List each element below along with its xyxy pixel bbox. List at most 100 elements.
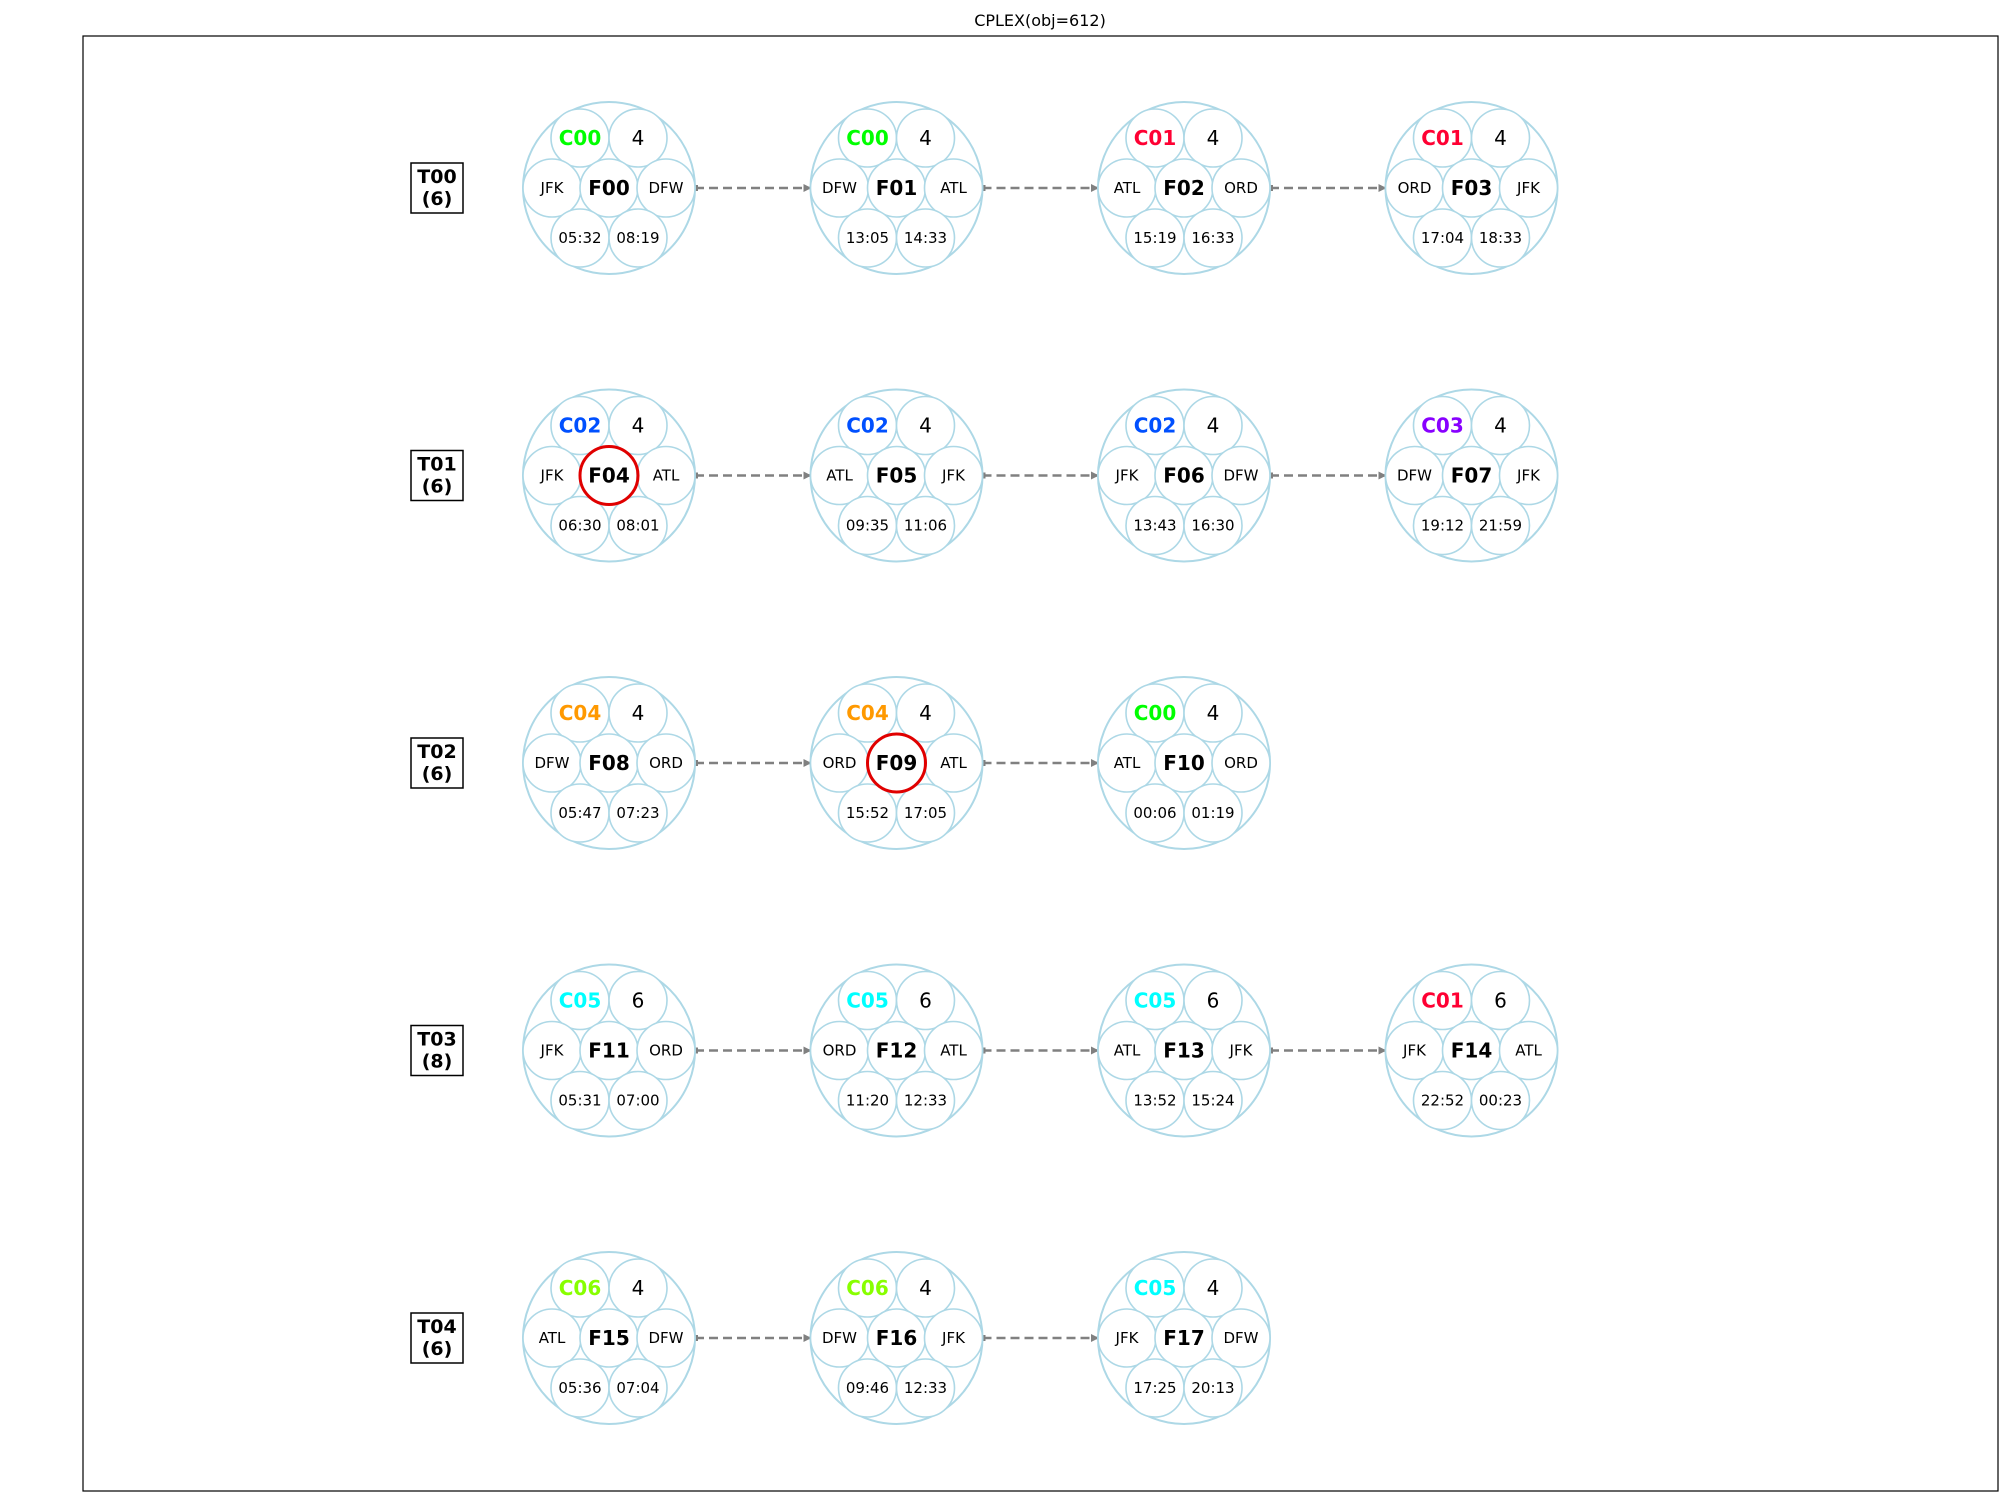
capacity-value: 4 [919, 701, 932, 725]
crew-id: C02 [559, 414, 602, 438]
flight-id: F03 [1451, 176, 1493, 200]
flight-node-f17: C05 4 JFK F17 DFW 17:25 20:13 [1097, 1251, 1271, 1425]
destination-airport: JFK [1516, 467, 1541, 485]
departure-time: 05:47 [558, 804, 601, 822]
arrival-time: 21:59 [1479, 517, 1522, 535]
crew-id: C00 [559, 126, 602, 150]
flight-id: F00 [588, 176, 630, 200]
origin-airport: ORD [823, 754, 857, 772]
row-label: T02 [417, 741, 456, 763]
row-count: (6) [422, 476, 453, 498]
destination-airport: ATL [1515, 1042, 1542, 1060]
arrival-time: 16:30 [1191, 517, 1234, 535]
departure-time: 11:20 [846, 1092, 889, 1110]
crew-id: C00 [1134, 701, 1177, 725]
destination-airport: JFK [1516, 179, 1541, 197]
row-t02: T02(6) C04 4 DFW F08 ORD 05:47 07:23 C04 4 ORD F09 A… [410, 676, 1271, 850]
flight-id: F16 [876, 1326, 918, 1350]
crew-id: C04 [559, 701, 602, 725]
flight-id: F02 [1163, 176, 1205, 200]
crew-id: C01 [1134, 126, 1177, 150]
row-label: T04 [417, 1316, 456, 1338]
flight-node-f01: C00 4 DFW F01 ATL 13:05 14:33 [809, 101, 984, 275]
departure-time: 13:43 [1133, 517, 1176, 535]
row-count: (8) [422, 1051, 453, 1073]
origin-airport: ATL [1114, 754, 1141, 772]
origin-airport: ORD [823, 1042, 857, 1060]
origin-airport: JFK [1115, 1329, 1140, 1347]
capacity-value: 4 [1494, 126, 1507, 150]
crew-id: C03 [1421, 414, 1464, 438]
destination-airport: ATL [940, 179, 967, 197]
destination-airport: DFW [648, 179, 683, 197]
destination-airport: DFW [1223, 467, 1258, 485]
flight-node-f09: C04 4 ORD F09 ATL 15:52 17:05 [809, 676, 984, 850]
departure-time: 15:52 [846, 804, 889, 822]
flight-node-f00: C00 4 JFK F00 DFW 05:32 08:19 [522, 101, 696, 275]
flight-node-f12: C05 6 ORD F12 ATL 11:20 12:33 [809, 963, 984, 1138]
arrival-time: 18:33 [1479, 229, 1522, 247]
origin-airport: DFW [1397, 467, 1432, 485]
crew-id: C01 [1421, 126, 1464, 150]
capacity-value: 6 [632, 989, 645, 1013]
flight-node-f10: C00 4 ATL F10 ORD 00:06 01:19 [1097, 676, 1271, 850]
crew-id: C06 [559, 1276, 602, 1300]
arrival-time: 16:33 [1191, 229, 1234, 247]
flight-node-f15: C06 4 ATL F15 DFW 05:36 07:04 [522, 1251, 696, 1425]
flight-id: F06 [1163, 464, 1205, 488]
destination-airport: ORD [649, 1042, 683, 1060]
crew-id: C00 [846, 126, 889, 150]
flight-node-f13: C05 6 ATL F13 JFK 13:52 15:24 [1097, 963, 1271, 1138]
flight-node-f16: C06 4 DFW F16 JFK 09:46 12:33 [809, 1251, 984, 1425]
departure-time: 05:36 [558, 1379, 601, 1397]
crew-id: C04 [846, 701, 889, 725]
arrival-time: 00:23 [1479, 1092, 1522, 1110]
origin-airport: DFW [534, 754, 569, 772]
arrival-time: 11:06 [904, 517, 947, 535]
origin-airport: JFK [540, 179, 565, 197]
row-count: (6) [422, 763, 453, 785]
destination-airport: ATL [940, 754, 967, 772]
row-label: T03 [417, 1029, 456, 1051]
capacity-value: 6 [1494, 989, 1507, 1013]
destination-airport: ORD [1224, 754, 1258, 772]
flight-id: F08 [588, 751, 630, 775]
flight-node-f08: C04 4 DFW F08 ORD 05:47 07:23 [522, 676, 696, 850]
departure-time: 15:19 [1133, 229, 1176, 247]
flight-id: F11 [588, 1039, 630, 1063]
capacity-value: 4 [919, 126, 932, 150]
crew-id: C01 [1421, 989, 1464, 1013]
diagram-title: CPLEX(obj=612) [974, 11, 1106, 30]
flight-node-f05: C02 4 ATL F05 JFK 09:35 11:06 [809, 388, 984, 563]
flight-id: F13 [1163, 1039, 1205, 1063]
origin-airport: JFK [1115, 467, 1140, 485]
capacity-value: 6 [1207, 989, 1220, 1013]
schedule-diagram: CPLEX(obj=612) T00(6)C00 4JFK F00 DFW05:32 0… [82, 11, 1999, 1492]
origin-airport: ORD [1398, 179, 1432, 197]
origin-airport: JFK [540, 467, 565, 485]
departure-time: 05:32 [558, 229, 601, 247]
arrival-time: 12:33 [904, 1379, 947, 1397]
destination-airport: DFW [1223, 1329, 1258, 1347]
destination-airport: ATL [653, 467, 680, 485]
destination-airport: ORD [649, 754, 683, 772]
departure-time: 19:12 [1421, 517, 1464, 535]
origin-airport: DFW [822, 1329, 857, 1347]
arrival-time: 20:13 [1191, 1379, 1234, 1397]
origin-airport: ATL [1114, 1042, 1141, 1060]
capacity-value: 6 [919, 989, 932, 1013]
flight-node-f14: C01 6 JFK F14 ATL 22:52 00:23 [1384, 963, 1559, 1138]
capacity-value: 4 [919, 1276, 932, 1300]
capacity-value: 4 [632, 701, 645, 725]
arrival-time: 07:23 [616, 804, 659, 822]
origin-airport: JFK [540, 1042, 565, 1060]
flight-id: F15 [588, 1326, 630, 1350]
arrival-time: 15:24 [1191, 1092, 1234, 1110]
crew-id: C05 [846, 989, 889, 1013]
departure-time: 00:06 [1133, 804, 1176, 822]
capacity-value: 4 [632, 1276, 645, 1300]
row-t00: T00(6) C00 4 JFK F00 DFW 05:32 08:19 C00 4 DFW F01 A… [410, 101, 1559, 275]
flight-node-f07: C03 4 DFW F07 JFK 19:12 21:59 [1384, 388, 1559, 563]
flight-id: F05 [876, 464, 918, 488]
crew-id: C06 [846, 1276, 889, 1300]
